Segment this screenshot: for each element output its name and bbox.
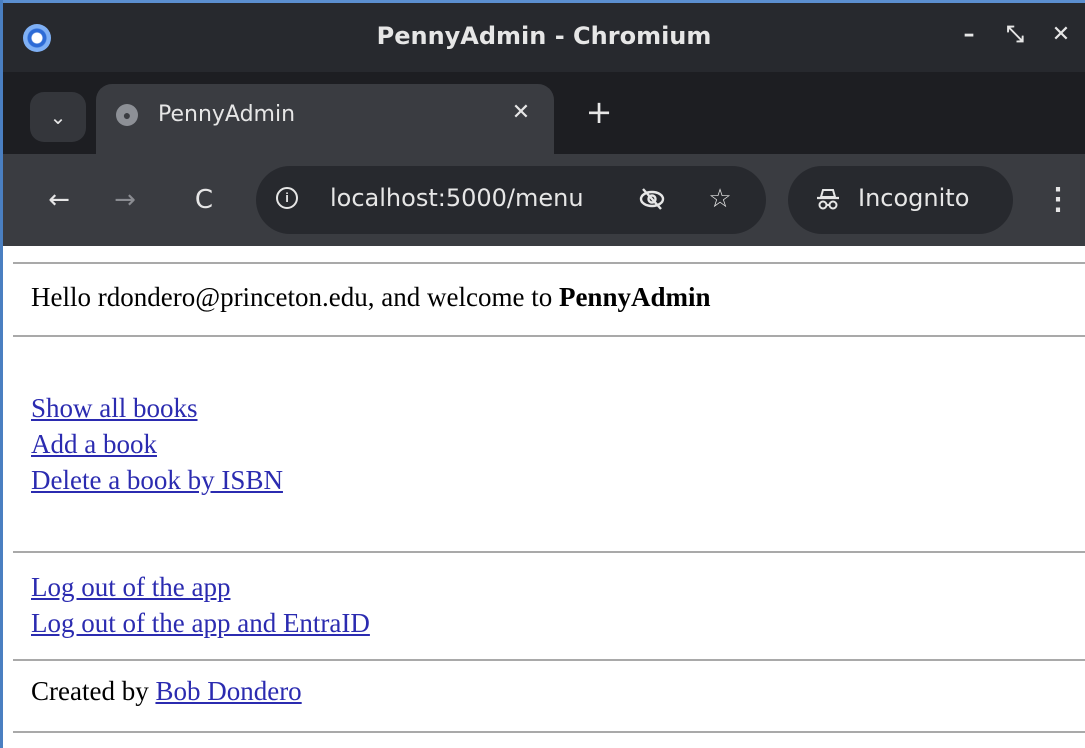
minimize-button[interactable]: – (957, 20, 981, 50)
browser-toolbar: ← → C i localhost:5000/menu ☆ Incognito … (3, 154, 1085, 246)
more-menu-icon[interactable]: ⋮ (1043, 178, 1073, 222)
greeting: Hello rdondero@princeton.edu, and welcom… (31, 282, 711, 313)
add-book-link[interactable]: Add a book (31, 426, 283, 462)
globe-icon: ● (116, 104, 138, 126)
divider (13, 659, 1085, 661)
greeting-text: Hello rdondero@princeton.edu, and welcom… (31, 282, 559, 312)
delete-book-link[interactable]: Delete a book by ISBN (31, 462, 283, 498)
logout-links: Log out of the app Log out of the app an… (31, 569, 370, 641)
logout-entraid-link[interactable]: Log out of the app and EntraID (31, 605, 370, 641)
page-content: Hello rdondero@princeton.edu, and welcom… (3, 246, 1085, 748)
app-name: PennyAdmin (558, 282, 711, 312)
forward-button[interactable]: → (107, 182, 143, 218)
new-tab-button[interactable]: + (581, 94, 617, 130)
site-info-icon[interactable]: i (276, 187, 298, 209)
credit-line: Created by Bob Dondero (31, 676, 302, 707)
incognito-label: Incognito (858, 184, 970, 212)
tab-search-button[interactable]: ⌄ (30, 92, 86, 142)
address-bar[interactable]: i localhost:5000/menu ☆ (256, 166, 766, 234)
title-bar: PennyAdmin - Chromium – ⤡ ✕ (3, 0, 1085, 72)
tab-strip: ⌄ ● PennyAdmin ✕ + (3, 72, 1085, 154)
divider (13, 335, 1085, 337)
url-text[interactable]: localhost:5000/menu (330, 184, 584, 212)
credit-text: Created by (31, 676, 156, 706)
show-all-books-link[interactable]: Show all books (31, 390, 283, 426)
divider (13, 262, 1085, 264)
chevron-down-icon: ⌄ (49, 106, 67, 129)
eye-off-icon[interactable] (636, 184, 668, 216)
close-window-button[interactable]: ✕ (1049, 20, 1073, 50)
menu-links: Show all books Add a book Delete a book … (31, 390, 283, 498)
tab-close-button[interactable]: ✕ (506, 98, 536, 128)
divider (13, 731, 1085, 733)
window-title: PennyAdmin - Chromium (376, 22, 712, 50)
maximize-button[interactable]: ⤡ (1003, 20, 1027, 50)
author-link[interactable]: Bob Dondero (155, 676, 301, 706)
divider (13, 551, 1085, 553)
incognito-indicator[interactable]: Incognito (788, 166, 1013, 234)
browser-window: PennyAdmin - Chromium – ⤡ ✕ ⌄ ● PennyAdm… (0, 0, 1085, 748)
window-controls: – ⤡ ✕ (957, 20, 1073, 50)
tab-pennyadmin[interactable]: ● PennyAdmin ✕ (96, 84, 554, 154)
bookmark-star-icon[interactable]: ☆ (704, 182, 736, 216)
back-button[interactable]: ← (41, 182, 77, 218)
tab-title: PennyAdmin (158, 102, 296, 127)
incognito-icon (814, 186, 842, 214)
logout-link[interactable]: Log out of the app (31, 569, 370, 605)
reload-button[interactable]: C (186, 182, 222, 218)
